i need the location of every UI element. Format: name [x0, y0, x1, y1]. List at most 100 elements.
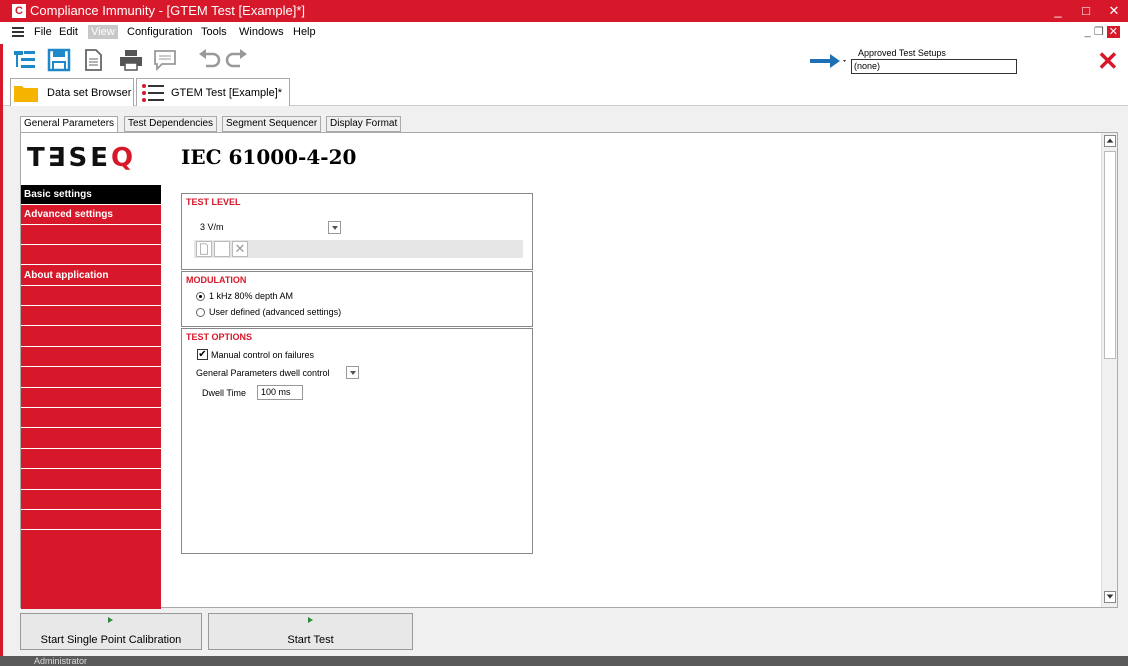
menu-configuration[interactable]: Configuration: [124, 25, 195, 39]
menu-tools[interactable]: Tools: [198, 25, 230, 39]
title-bar: C Compliance Immunity - [GTEM Test [Exam…: [0, 0, 1128, 22]
dwell-time-input[interactable]: 100 ms: [257, 385, 303, 400]
new-level-icon[interactable]: [196, 241, 212, 257]
nav-row: [21, 286, 161, 306]
nav-row: [21, 368, 161, 388]
nav-row: [21, 470, 161, 490]
tree-view-icon[interactable]: [12, 48, 38, 72]
test-level-group: TEST LEVEL 3 V/m ✕: [181, 193, 533, 270]
tab-display-format[interactable]: Display Format: [326, 116, 402, 132]
general-parameters-panel: T∃SEQ IEC 61000-4-20 Basic settings Adva…: [20, 132, 1118, 609]
teseq-logo: T∃SEQ: [27, 143, 136, 173]
logo-text: T∃SE: [27, 143, 111, 173]
folder-icon: [14, 86, 38, 102]
nav-row: [21, 490, 161, 510]
nav-row: [21, 347, 161, 367]
nav-basic-settings[interactable]: Basic settings: [21, 185, 161, 205]
menu-view[interactable]: View: [88, 25, 118, 39]
menu-edit[interactable]: Edit: [56, 25, 81, 39]
modulation-am-label: 1 kHz 80% depth AM: [209, 291, 294, 301]
test-options-group: TEST OPTIONS ✔ Manual control on failure…: [181, 328, 533, 554]
delete-level-icon[interactable]: ✕: [232, 241, 248, 257]
standard-title: IEC 61000-4-20: [181, 145, 357, 169]
document-icon[interactable]: [80, 48, 106, 72]
close-button[interactable]: ✕: [1100, 2, 1128, 20]
document-tabs: Data set Browser GTEM Test [Example]*: [0, 76, 1128, 106]
mdi-close-button[interactable]: ✕: [1106, 26, 1120, 38]
test-level-value[interactable]: 3 V/m: [200, 222, 224, 232]
nav-row: [21, 408, 161, 428]
status-user: Administrator: [34, 656, 88, 666]
arrow-right-icon[interactable]: [810, 54, 846, 68]
scroll-up-icon[interactable]: [1104, 135, 1116, 147]
menu-file[interactable]: File: [31, 25, 55, 39]
logo-o: Q: [110, 143, 137, 173]
start-calibration-label: Start Single Point Calibration: [40, 634, 182, 646]
start-test-label: Start Test: [287, 634, 334, 646]
modulation-group: MODULATION 1 kHz 80% depth AM User defin…: [181, 271, 533, 327]
tab-gtem-test[interactable]: GTEM Test [Example]*: [136, 78, 290, 106]
nav-row: [21, 388, 161, 408]
modulation-am-radio[interactable]: [196, 292, 205, 301]
start-test-button[interactable]: Start Test: [208, 613, 413, 650]
save-icon[interactable]: [46, 48, 72, 72]
menu-windows[interactable]: Windows: [236, 25, 287, 39]
test-level-title: TEST LEVEL: [186, 197, 241, 207]
redo-icon[interactable]: [224, 48, 250, 72]
manual-control-label: Manual control on failures: [211, 350, 315, 360]
undo-icon[interactable]: [196, 48, 222, 72]
dwell-time-label: Dwell Time: [202, 388, 247, 398]
play-icon: [108, 617, 113, 623]
nav-row: [21, 510, 161, 530]
scroll-down-icon[interactable]: [1104, 591, 1116, 603]
start-calibration-button[interactable]: Start Single Point Calibration: [20, 613, 202, 650]
nav-row: [21, 429, 161, 449]
nav-about-application[interactable]: About application: [21, 266, 161, 286]
approved-setups-field[interactable]: (none): [851, 59, 1017, 74]
nav-row: [21, 449, 161, 469]
settings-nav: Basic settings Advanced settings About a…: [21, 185, 161, 609]
nav-empty-2: [21, 245, 161, 265]
tab-label-test: GTEM Test [Example]*: [171, 87, 283, 99]
manual-control-checkbox[interactable]: ✔: [197, 349, 208, 360]
main-content: General Parameters Test Dependencies Seg…: [10, 110, 1120, 609]
approved-setups-label: Approved Test Setups: [858, 48, 946, 58]
tab-label-browser: Data set Browser: [47, 87, 132, 99]
test-level-dropdown[interactable]: [328, 221, 341, 234]
minimize-button[interactable]: _: [1044, 2, 1072, 20]
app-logo-icon: C: [12, 4, 26, 18]
nav-row: [21, 327, 161, 347]
tab-dataset-browser[interactable]: Data set Browser: [10, 78, 134, 106]
status-bar: Administrator: [0, 656, 1128, 666]
menu-bar: File Edit View Configuration Tools Windo…: [0, 22, 1128, 44]
mdi-restore-button[interactable]: ❐: [1094, 26, 1104, 38]
nav-empty-1: [21, 225, 161, 245]
modulation-user-label: User defined (advanced settings): [209, 307, 342, 317]
maximize-button[interactable]: □: [1072, 2, 1100, 20]
nav-row: [21, 306, 161, 326]
dwell-control-label: General Parameters dwell control: [196, 368, 330, 378]
test-level-toolbar: ✕: [194, 240, 523, 258]
scroll-thumb[interactable]: [1104, 151, 1116, 359]
tab-general-parameters[interactable]: General Parameters: [20, 116, 119, 133]
close-document-icon[interactable]: ✕: [1097, 48, 1119, 74]
mdi-minimize-button[interactable]: _: [1085, 26, 1091, 38]
dwell-control-dropdown[interactable]: [346, 366, 359, 379]
tab-segment-sequencer[interactable]: Segment Sequencer: [222, 116, 322, 132]
vertical-scrollbar[interactable]: [1101, 133, 1117, 607]
test-options-title: TEST OPTIONS: [186, 332, 253, 342]
play-icon: [307, 617, 313, 623]
window-border: [0, 44, 3, 656]
tab-test-dependencies[interactable]: Test Dependencies: [124, 116, 218, 132]
list-icon: [142, 84, 164, 102]
window-title: Compliance Immunity - [GTEM Test [Exampl…: [30, 3, 306, 18]
edit-level-icon[interactable]: [214, 241, 230, 257]
mdi-controls: _ ❐ ✕: [1085, 25, 1120, 38]
comment-icon[interactable]: [152, 48, 178, 72]
modulation-title: MODULATION: [186, 275, 247, 285]
print-icon[interactable]: [118, 48, 144, 72]
hamburger-icon[interactable]: [12, 27, 24, 37]
modulation-user-radio[interactable]: [196, 308, 205, 317]
nav-advanced-settings[interactable]: Advanced settings: [21, 205, 161, 225]
menu-help[interactable]: Help: [290, 25, 319, 39]
